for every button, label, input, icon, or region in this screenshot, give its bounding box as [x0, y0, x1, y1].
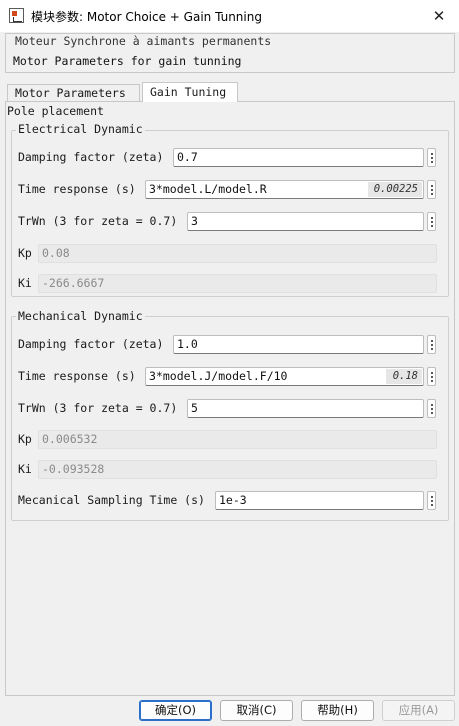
electrical-time-evaluated: 0.00225: [368, 182, 422, 197]
mechanical-ki-field: -0.093528: [38, 460, 437, 479]
title-bar: 模块参数: Motor Choice + Gain Tunning ✕: [0, 0, 459, 32]
simulink-block-icon: [9, 8, 24, 23]
mechanical-trwn-value: 5: [191, 401, 198, 415]
electrical-trwn-value: 3: [191, 214, 198, 228]
electrical-trwn-field[interactable]: 3: [187, 212, 424, 231]
help-button[interactable]: 帮助(H): [301, 700, 374, 721]
mechanical-sampling-value: 1e-3: [219, 493, 247, 507]
electrical-time-label: Time response (s): [18, 182, 136, 196]
mechanical-damping-field[interactable]: 1.0: [173, 335, 424, 354]
mechanical-time-value: 3*model.J/model.F/10: [149, 369, 288, 383]
electrical-kp-value: 0.08: [42, 246, 70, 260]
electrical-damping-more-icon[interactable]: [427, 148, 436, 167]
mechanical-kp-value: 0.006532: [42, 432, 98, 446]
mechanical-damping-label: Damping factor (zeta): [18, 337, 164, 351]
group-legend-mechanical: Mechanical Dynamic: [16, 309, 145, 323]
electrical-damping-value: 0.7: [177, 150, 198, 164]
electrical-ki-label: Ki: [18, 276, 32, 290]
cancel-button[interactable]: 取消(C): [220, 700, 293, 721]
mechanical-damping-more-icon[interactable]: [427, 335, 436, 354]
electrical-kp-label: Kp: [18, 246, 32, 260]
mechanical-sampling-label: Mecanical Sampling Time (s): [18, 493, 205, 507]
electrical-damping-field[interactable]: 0.7: [173, 148, 424, 167]
description-line-2: Motor Parameters for gain tunning: [13, 54, 242, 68]
electrical-kp-field: 0.08: [38, 244, 437, 263]
mechanical-sampling-field[interactable]: 1e-3: [215, 491, 424, 510]
mechanical-trwn-label: TrWn (3 for zeta = 0.7): [18, 401, 178, 415]
mechanical-time-label: Time response (s): [18, 369, 136, 383]
mechanical-kp-field: 0.006532: [38, 430, 437, 449]
electrical-trwn-label: TrWn (3 for zeta = 0.7): [18, 214, 178, 228]
apply-button[interactable]: 应用(A): [382, 700, 455, 721]
tab-gain-tuning[interactable]: Gain Tuning: [142, 82, 238, 102]
window-title: 模块参数: Motor Choice + Gain Tunning: [31, 10, 262, 24]
close-button[interactable]: ✕: [427, 4, 451, 28]
ok-button[interactable]: 确定(O): [139, 700, 212, 721]
mechanical-time-more-icon[interactable]: [427, 367, 436, 386]
electrical-time-value: 3*model.L/model.R: [149, 182, 267, 196]
mechanical-ki-value: -0.093528: [42, 462, 105, 476]
mechanical-trwn-more-icon[interactable]: [427, 399, 436, 418]
description-line-1: Moteur Synchrone à aimants permanents: [15, 34, 272, 48]
group-legend-electrical: Electrical Dynamic: [16, 122, 145, 136]
mask-description: Moteur Synchrone à aimants permanents Mo…: [5, 33, 455, 73]
tab-motor-parameters[interactable]: Motor Parameters: [7, 84, 140, 101]
mechanical-time-field[interactable]: 3*model.J/model.F/10 0.18: [145, 367, 424, 386]
mechanical-ki-label: Ki: [18, 462, 32, 476]
mechanical-time-evaluated: 0.18: [386, 369, 422, 384]
electrical-ki-value: -266.6667: [42, 276, 105, 290]
electrical-trwn-more-icon[interactable]: [427, 212, 436, 231]
mechanical-trwn-field[interactable]: 5: [187, 399, 424, 418]
electrical-time-field[interactable]: 3*model.L/model.R 0.00225: [145, 180, 424, 199]
mechanical-damping-value: 1.0: [177, 337, 198, 351]
electrical-damping-label: Damping factor (zeta): [18, 150, 164, 164]
mechanical-sampling-more-icon[interactable]: [427, 491, 436, 510]
electrical-time-more-icon[interactable]: [427, 180, 436, 199]
mechanical-kp-label: Kp: [18, 432, 32, 446]
electrical-ki-field: -266.6667: [38, 274, 437, 293]
section-title-pole-placement: Pole placement: [7, 104, 104, 118]
